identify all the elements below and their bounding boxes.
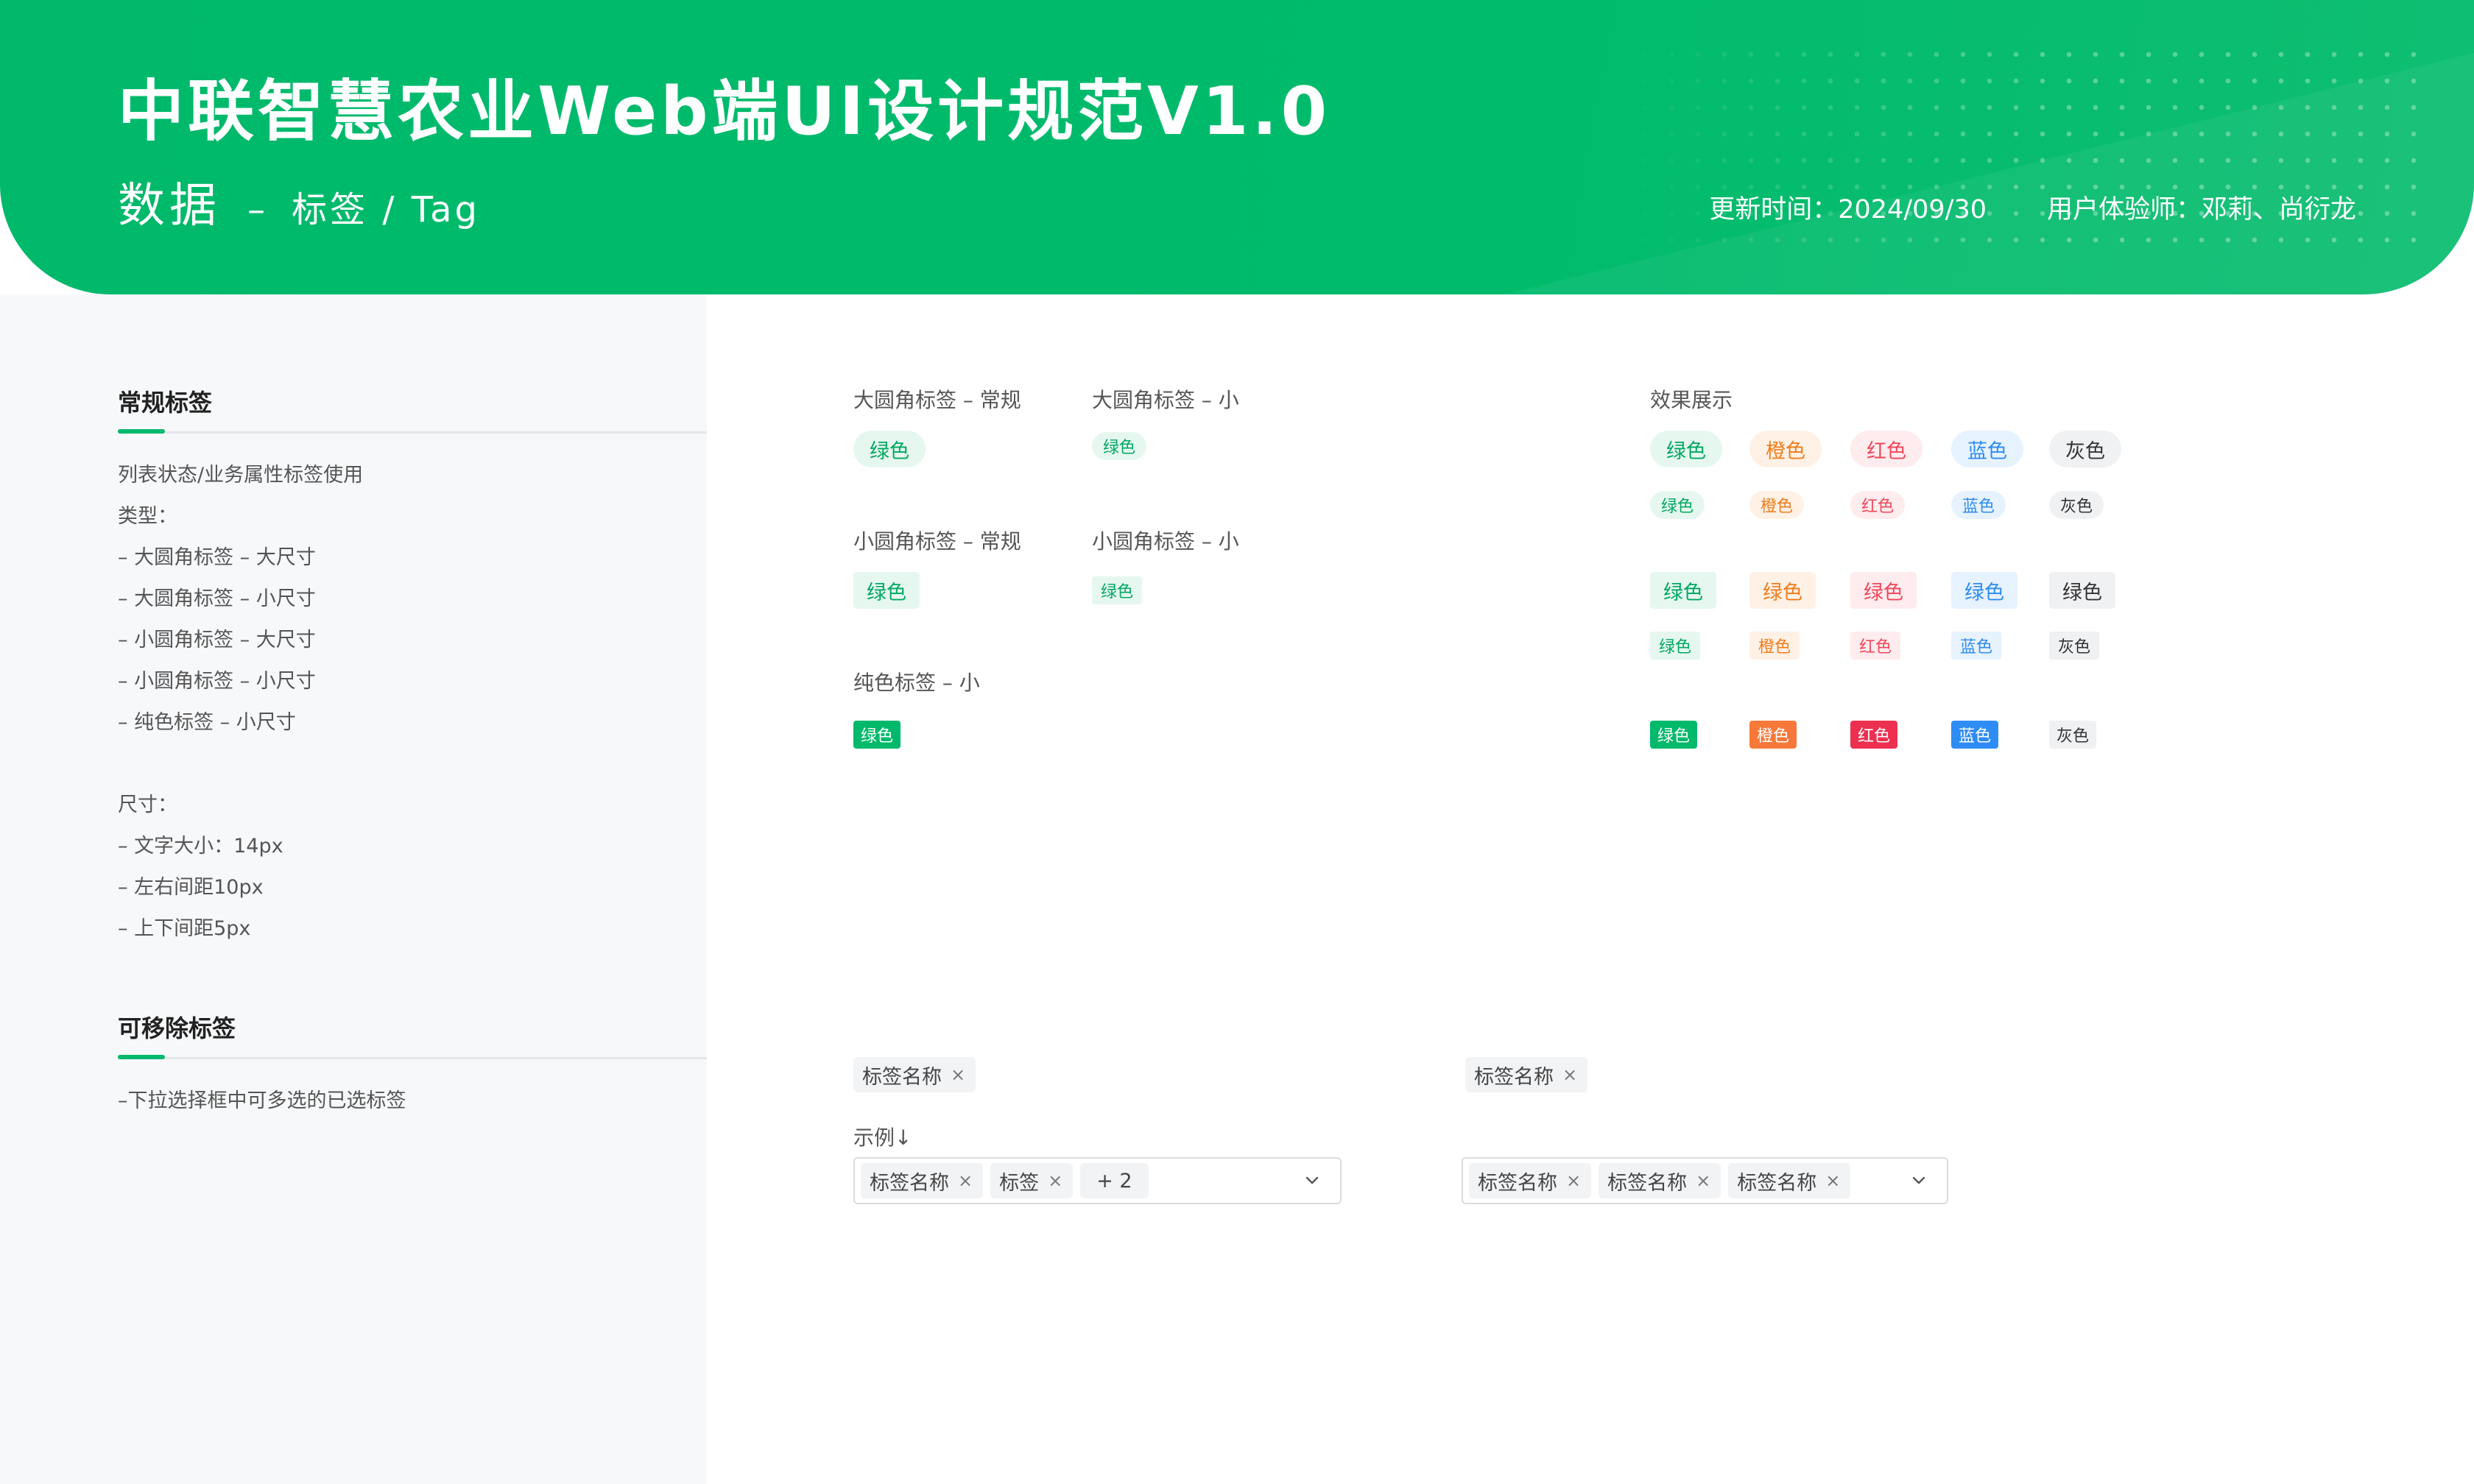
description-line: – 大圆角标签 – 小尺寸 xyxy=(118,587,316,610)
showcase-tag-red: 绿色 xyxy=(1850,572,1917,609)
description-line: – 小圆角标签 – 小尺寸 xyxy=(118,670,316,693)
label-big-round-normal: 大圆角标签 – 常规 xyxy=(853,388,1021,412)
tag-name: 标签 xyxy=(999,1171,1040,1195)
category-label: 数据 xyxy=(118,179,221,233)
tag-solid-small: 绿色 xyxy=(853,721,901,749)
description-line: – 小圆角标签 – 大尺寸 xyxy=(118,629,316,651)
close-icon[interactable]: × xyxy=(951,1066,965,1084)
removable-tag: 标签名称 × xyxy=(853,1057,976,1092)
close-icon[interactable]: × xyxy=(958,1172,973,1190)
header-meta: 更新时间：2024/09/30 用户体验师：邓莉、尚衍龙 xyxy=(1709,188,2356,226)
description-line: 类型： xyxy=(118,505,177,528)
chevron-down-icon[interactable] xyxy=(1906,1167,1932,1194)
example-label: 示例↓ xyxy=(853,1126,912,1150)
showcase-tag-orange: 橙色 xyxy=(1749,491,1805,519)
showcase-tag-green: 绿色 xyxy=(1650,632,1701,660)
tag-name: 标签名称 xyxy=(1607,1171,1688,1195)
showcase-title: 效果展示 xyxy=(1650,388,1733,412)
multi-select-dropdown[interactable]: 标签名称 × 标签名称 × 标签名称 × xyxy=(1462,1157,1948,1204)
removable-tag: 标签名称 × xyxy=(1469,1163,1592,1198)
showcase-tag-orange: 橙色 xyxy=(1749,632,1800,660)
tag-big-round-small: 绿色 xyxy=(1092,432,1147,460)
selected-tags: 标签名称 × 标签名称 × 标签名称 × xyxy=(1469,1163,1851,1198)
showcase-tag-green: 绿色 xyxy=(1650,721,1698,749)
showcase-tag-red: 红色 xyxy=(1850,431,1923,467)
description-line xyxy=(118,743,363,785)
tag-big-round-normal: 绿色 xyxy=(853,431,926,467)
close-icon[interactable]: × xyxy=(1825,1172,1840,1190)
showcase-tag-green: 绿色 xyxy=(1650,491,1705,519)
showcase-tag-green: 绿色 xyxy=(1650,431,1722,467)
showcase-tag-blue: 绿色 xyxy=(1951,572,2017,609)
label-solid-small: 纯色标签 – 小 xyxy=(853,671,980,695)
description-line: – 左右间距10px xyxy=(118,876,264,899)
more-count-tag[interactable]: + 2 xyxy=(1080,1163,1149,1198)
description-line: – 纯色标签 – 小尺寸 xyxy=(118,711,296,734)
showcase-tag-blue: 蓝色 xyxy=(1951,632,2002,660)
description-line: – 大圆角标签 – 大尺寸 xyxy=(118,546,316,569)
page-header: 中联智慧农业Web端UI设计规范V1.0 数据 – 标签 / Tag 更新时间：… xyxy=(0,0,2474,294)
tag-name: 标签名称 xyxy=(1474,1065,1554,1089)
showcase-tag-red: 红色 xyxy=(1850,721,1898,749)
description-line: – 上下间距5px xyxy=(118,917,251,940)
section-title: 可移除标签 xyxy=(118,1014,236,1042)
subtitle-separator: – xyxy=(247,189,265,230)
page-title: 中联智慧农业Web端UI设计规范V1.0 xyxy=(118,73,1331,150)
section-title: 常规标签 xyxy=(118,389,213,417)
section-title-accent xyxy=(118,429,165,434)
section-header-regular-tags: 常规标签 xyxy=(118,384,707,434)
showcase-tag-green: 绿色 xyxy=(1650,572,1716,609)
tag-name: 标签名称 xyxy=(862,1065,942,1089)
section-header-removable-tags: 可移除标签 xyxy=(118,1010,707,1059)
close-icon[interactable]: × xyxy=(1562,1066,1577,1084)
tag-small-round-normal: 绿色 xyxy=(853,572,920,609)
showcase-tag-orange: 橙色 xyxy=(1749,431,1822,467)
showcase-tag-gray: 灰色 xyxy=(2049,721,2097,749)
showcase-tag-gray: 灰色 xyxy=(2049,431,2121,467)
showcase-tag-blue: 蓝色 xyxy=(1951,491,2006,519)
showcase-tag-orange: 绿色 xyxy=(1749,572,1816,609)
tag-name: 标签名称 xyxy=(870,1171,949,1195)
section-title-accent xyxy=(118,1055,165,1059)
designers: 用户体验师：邓莉、尚衍龙 xyxy=(2046,195,2356,225)
description-line: 尺寸： xyxy=(118,794,177,816)
multi-select-dropdown[interactable]: 标签名称 × 标签 × + 2 xyxy=(853,1157,1342,1204)
showcase-tag-orange: 橙色 xyxy=(1749,721,1797,749)
removable-tag: 标签名称 × xyxy=(1465,1057,1588,1092)
update-time: 更新时间：2024/09/30 xyxy=(1709,195,1987,225)
description-line: – 文字大小：14px xyxy=(118,835,283,858)
close-icon[interactable]: × xyxy=(1566,1172,1581,1190)
showcase-tag-blue: 蓝色 xyxy=(1951,721,1999,749)
close-icon[interactable]: × xyxy=(1696,1172,1710,1190)
label-small-round-small: 小圆角标签 – 小 xyxy=(1092,529,1239,554)
showcase-tag-gray: 灰色 xyxy=(2049,632,2100,660)
removable-tag: 标签名称 × xyxy=(1599,1163,1721,1198)
tag-small-round-small: 绿色 xyxy=(1092,576,1143,604)
sidebar: 常规标签 列表状态/业务属性标签使用 类型： – 大圆角标签 – 大尺寸 – 大… xyxy=(0,294,707,1484)
tag-name: 标签名称 xyxy=(1478,1171,1557,1195)
section-description-removable-tags: –下拉选择框中可多选的已选标签 xyxy=(118,1081,406,1122)
page-name: 标签 / Tag xyxy=(292,189,480,230)
tag-name: 标签名称 xyxy=(1737,1171,1817,1195)
showcase-tag-gray: 绿色 xyxy=(2049,572,2115,609)
selected-tags: 标签名称 × 标签 × + 2 xyxy=(861,1163,1149,1198)
removable-tag: 标签名称 × xyxy=(1728,1163,1851,1198)
section-description-regular-tags: 列表状态/业务属性标签使用 类型： – 大圆角标签 – 大尺寸 – 大圆角标签 … xyxy=(118,455,363,950)
removable-tag: 标签名称 × xyxy=(861,1163,984,1198)
showcase-tag-gray: 灰色 xyxy=(2049,491,2104,519)
showcase-tag-blue: 蓝色 xyxy=(1951,431,2023,467)
removable-tag: 标签 × xyxy=(990,1163,1074,1198)
description-line: 列表状态/业务属性标签使用 xyxy=(118,464,364,487)
page-subtitle: 数据 – 标签 / Tag xyxy=(118,168,480,236)
description-line: –下拉选择框中可多选的已选标签 xyxy=(118,1089,406,1112)
label-small-round-normal: 小圆角标签 – 常规 xyxy=(853,529,1021,554)
chevron-down-icon[interactable] xyxy=(1299,1167,1325,1194)
showcase-tag-red: 红色 xyxy=(1850,632,1901,660)
label-big-round-small: 大圆角标签 – 小 xyxy=(1092,388,1239,412)
showcase-tag-red: 红色 xyxy=(1850,491,1906,519)
close-icon[interactable]: × xyxy=(1048,1172,1062,1190)
